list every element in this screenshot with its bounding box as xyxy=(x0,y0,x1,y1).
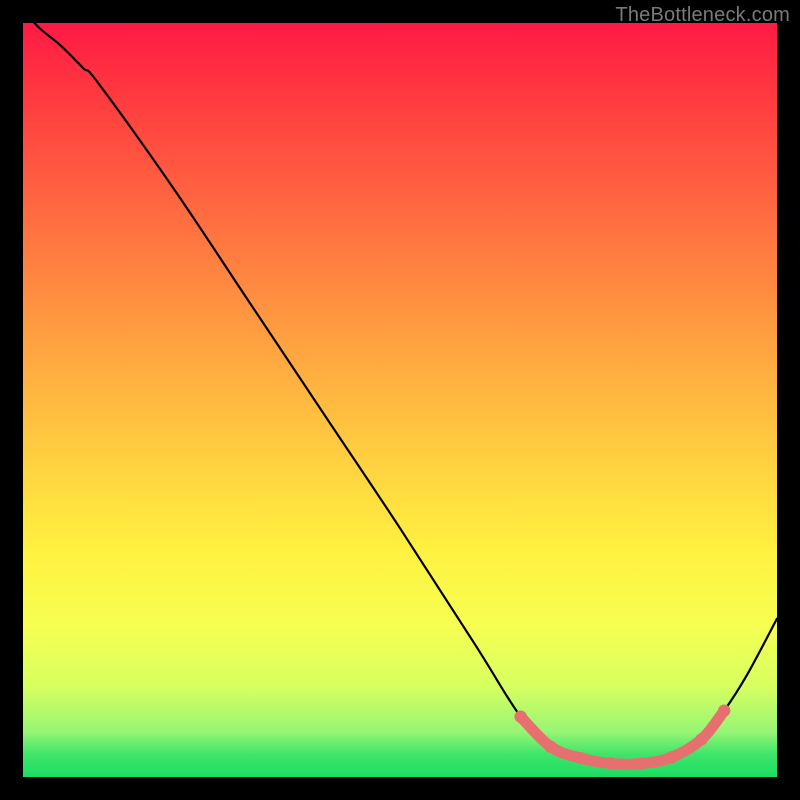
highlight-segment xyxy=(521,711,725,765)
highlight-marker xyxy=(665,751,677,763)
highlight-marker xyxy=(545,741,557,753)
highlight-marker xyxy=(718,704,730,716)
main-curve-line xyxy=(23,8,777,764)
highlight-marker xyxy=(605,757,617,769)
highlight-marker xyxy=(575,752,587,764)
highlight-marker xyxy=(514,710,526,722)
curve-svg xyxy=(23,23,777,777)
plot-area xyxy=(23,23,777,777)
chart-frame: TheBottleneck.com xyxy=(0,0,800,800)
highlight-marker xyxy=(695,733,707,745)
highlight-marker xyxy=(635,757,647,769)
